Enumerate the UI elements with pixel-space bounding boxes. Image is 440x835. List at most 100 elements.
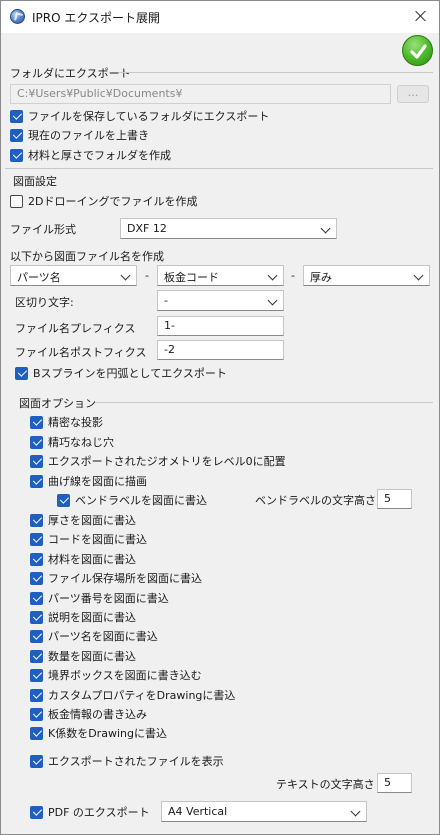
save-folder-checkbox[interactable]: ファイルを保存しているフォルダにエクスポート <box>10 108 269 124</box>
write-material-label: 材料を図面に書込 <box>48 553 136 566</box>
chevron-down-icon <box>267 295 278 306</box>
drawing-group-label: 図面設定 <box>13 175 57 188</box>
write-thickness-checkbox[interactable]: 厚さを図面に書込 <box>30 512 136 528</box>
text-height-label: テキストの文字高さ <box>276 778 375 791</box>
material-folder-checkbox[interactable]: 材料と厚さでフォルダを作成 <box>10 147 171 163</box>
checkbox-checked <box>30 513 43 527</box>
bend-label-height-label: ベンドラベルの文字高さ <box>255 494 376 507</box>
write-part-name-label: パーツ名を図面に書込 <box>48 630 158 643</box>
write-part-name-checkbox[interactable]: パーツ名を図面に書込 <box>30 628 158 644</box>
export-path-field[interactable]: C:¥Users¥Public¥Documents¥ <box>10 84 391 104</box>
write-bounding-box-checkbox[interactable]: 境界ボックスを図面に書き込む <box>30 667 202 683</box>
pdf-page-select[interactable]: A4 Vertical <box>161 801 367 822</box>
file-format-label: ファイル形式 <box>10 223 76 236</box>
separator-select[interactable]: - <box>157 290 284 311</box>
name-part-dash: - <box>145 269 149 282</box>
suffix-input[interactable]: -2 <box>157 340 284 360</box>
write-custom-props-checkbox[interactable]: カスタムプロパティをDrawingに書込 <box>30 687 235 703</box>
checkbox-checked <box>30 629 43 643</box>
precise-projection-label: 精密な投影 <box>48 416 103 429</box>
chevron-down-icon <box>350 806 361 817</box>
bend-label-height-input[interactable]: 5 <box>377 489 412 509</box>
divider <box>119 72 433 73</box>
suffix-label: ファイル名ポストフィクス <box>15 346 147 359</box>
app-icon <box>10 9 25 24</box>
checkbox-checked <box>30 754 43 768</box>
write-sheet-info-checkbox[interactable]: 板金情報の書き込み <box>30 706 147 722</box>
precise-projection-checkbox[interactable]: 精密な投影 <box>30 414 103 430</box>
write-code-checkbox[interactable]: コードを図面に書込 <box>30 531 147 547</box>
separator-value: - <box>164 294 168 307</box>
bend-labels-checkbox[interactable]: ベンドラベルを図面に書込 <box>57 492 207 508</box>
divider <box>95 402 433 403</box>
write-k-factor-checkbox[interactable]: K係数をDrawingに書込 <box>30 725 167 741</box>
prefix-label: ファイル名プレフィクス <box>15 322 136 335</box>
checkbox-checked <box>30 454 43 468</box>
write-thickness-label: 厚さを図面に書込 <box>48 514 136 527</box>
name-part-3-value: 厚み <box>310 271 332 284</box>
name-part-3-select[interactable]: 厚み <box>303 265 430 286</box>
checkbox-checked <box>10 148 23 162</box>
fine-thread-checkbox[interactable]: 精巧なねじ穴 <box>30 434 114 450</box>
write-k-factor-label: K係数をDrawingに書込 <box>48 727 167 740</box>
browse-button[interactable]: ... <box>397 85 429 103</box>
text-height-input[interactable]: 5 <box>377 773 412 793</box>
checkbox-checked <box>15 366 28 380</box>
chevron-down-icon <box>320 223 331 234</box>
export-dialog: IPRO エクスポート展開 フォルダにエクスポート C:¥Users¥Publi… <box>0 0 440 835</box>
checkbox-unchecked <box>10 194 23 208</box>
pdf-export-label: PDF のエクスポート <box>48 806 150 819</box>
ok-button[interactable] <box>402 35 433 66</box>
draw-bend-lines-label: 曲げ線を図面に描画 <box>48 475 147 488</box>
checkbox-checked <box>30 474 43 488</box>
material-folder-label: 材料と厚さでフォルダを作成 <box>28 149 171 162</box>
checkbox-checked <box>30 532 43 546</box>
write-description-label: 説明を図面に書込 <box>48 611 136 624</box>
checkmark-icon <box>410 44 427 59</box>
show-exported-checkbox[interactable]: エクスポートされたファイルを表示 <box>30 753 224 769</box>
geometry-level0-checkbox[interactable]: エクスポートされたジオメトリをレベル0に配置 <box>30 453 286 469</box>
overwrite-label: 現在のファイルを上書き <box>28 129 149 142</box>
draw-bend-lines-checkbox[interactable]: 曲げ線を図面に描画 <box>30 473 147 489</box>
name-part-2-value: 板金コード <box>164 271 219 284</box>
create-2d-label: 2Dドローイングでファイルを作成 <box>28 195 198 208</box>
checkbox-checked <box>30 649 43 663</box>
name-part-2-select[interactable]: 板金コード <box>157 265 284 286</box>
overwrite-checkbox[interactable]: 現在のファイルを上書き <box>10 127 149 143</box>
write-description-checkbox[interactable]: 説明を図面に書込 <box>30 609 136 625</box>
file-format-value: DXF 12 <box>127 222 167 235</box>
divider <box>5 168 433 169</box>
write-part-number-checkbox[interactable]: パーツ番号を図面に書込 <box>30 590 169 606</box>
name-from-label: 以下から図面ファイル名を作成 <box>10 250 164 263</box>
window-title: IPRO エクスポート展開 <box>32 11 161 25</box>
prefix-input[interactable]: 1- <box>157 316 284 336</box>
options-group-label: 図面オプション <box>19 397 96 410</box>
checkbox-checked <box>30 707 43 721</box>
write-code-label: コードを図面に書込 <box>48 533 147 546</box>
checkbox-checked <box>30 610 43 624</box>
title-bar: IPRO エクスポート展開 <box>1 1 439 33</box>
write-bounding-box-label: 境界ボックスを図面に書き込む <box>48 669 202 682</box>
separator-label: 区切り文字: <box>15 296 74 309</box>
checkbox-checked <box>57 493 70 507</box>
write-quantity-checkbox[interactable]: 数量を図面に書込 <box>30 648 136 664</box>
checkbox-checked <box>30 726 43 740</box>
name-part-1-select[interactable]: パーツ名 <box>10 265 137 286</box>
bend-labels-label: ベンドラベルを図面に書込 <box>75 494 207 507</box>
chevron-down-icon <box>120 270 131 281</box>
checkbox-checked <box>30 415 43 429</box>
create-2d-checkbox[interactable]: 2Dドローイングでファイルを作成 <box>10 193 197 209</box>
close-icon[interactable] <box>413 8 429 24</box>
write-material-checkbox[interactable]: 材料を図面に書込 <box>30 551 136 567</box>
save-folder-label: ファイルを保存しているフォルダにエクスポート <box>28 110 270 123</box>
bspline-checkbox[interactable]: Bスプラインを円弧としてエクスポート <box>15 365 227 381</box>
checkbox-checked <box>10 109 23 123</box>
fine-thread-label: 精巧なねじ穴 <box>48 436 114 449</box>
pdf-export-checkbox[interactable]: PDF のエクスポート <box>30 804 150 820</box>
checkbox-checked <box>30 805 43 819</box>
file-format-select[interactable]: DXF 12 <box>120 218 337 239</box>
folder-group-label: フォルダにエクスポート <box>10 67 131 80</box>
write-part-number-label: パーツ番号を図面に書込 <box>48 592 169 605</box>
write-location-checkbox[interactable]: ファイル保存場所を図面に書込 <box>30 570 202 586</box>
show-exported-label: エクスポートされたファイルを表示 <box>48 755 224 768</box>
